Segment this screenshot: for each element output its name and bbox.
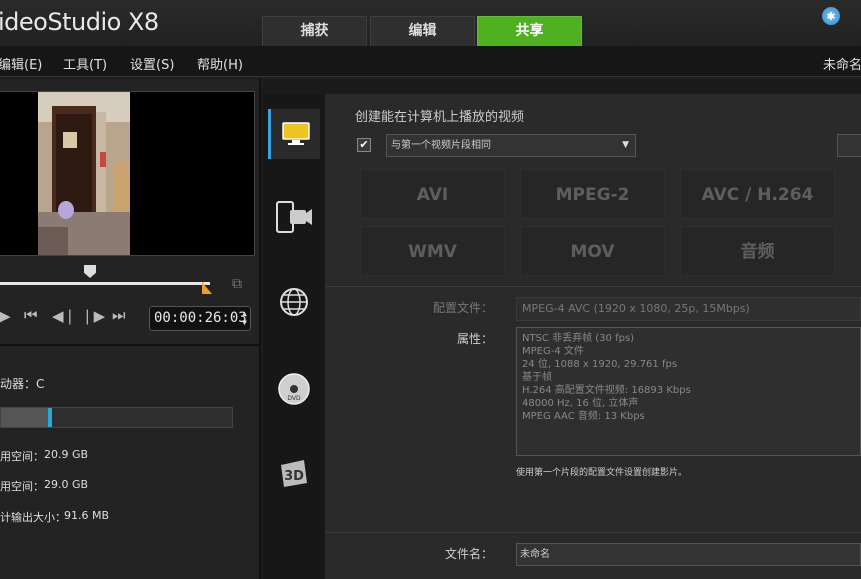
drive-label: 动器：C — [0, 377, 45, 391]
stat-value: 29.0 GB — [44, 478, 89, 491]
format-mpeg2-button[interactable]: MPEG-2 — [520, 169, 665, 219]
svg-text:3D: 3D — [284, 469, 304, 484]
tab-capture[interactable]: 捕获 — [262, 16, 367, 46]
menu-help[interactable]: 帮助(H) — [197, 54, 243, 73]
share-header-strip — [263, 79, 861, 94]
stat-value: 20.9 GB — [44, 448, 89, 461]
menu-bar: 编辑(E) 工具(T) 设置(S) 帮助(H) 未命名 — [0, 46, 861, 77]
scrubber-handle[interactable] — [84, 265, 96, 278]
play-icon[interactable]: ▶ — [0, 307, 11, 325]
dvd-disc-icon: DVD — [278, 373, 310, 405]
share-device-button[interactable] — [268, 192, 320, 242]
share-3d-button[interactable]: 3D — [268, 448, 320, 498]
3d-icon: 3D — [281, 460, 307, 487]
share-heading: 创建能在计算机上播放的视频 — [355, 110, 525, 125]
web-globe-icon — [280, 288, 308, 316]
property-line: MPEG AAC 音频: 13 Kbps — [522, 411, 645, 422]
share-disc-button[interactable]: DVD — [268, 364, 320, 414]
timecode-value: 00:00:26:03 — [154, 310, 247, 326]
share-options-panel: 创建能在计算机上播放的视频 ✔ 与第一个视频片段相同 ▼ AVI MPEG-2 … — [325, 94, 861, 579]
app-title: ideoStudio X8 — [0, 8, 159, 36]
share-category-sidebar: DVD 3D — [263, 94, 325, 579]
menu-edit[interactable]: 编辑(E) — [0, 54, 42, 73]
previous-frame-icon[interactable]: ◀❘ — [52, 307, 76, 325]
disk-usage-bar — [0, 407, 233, 428]
chevron-down-icon: ▼ — [622, 140, 629, 150]
next-frame-icon[interactable]: ❘▶ — [81, 307, 105, 325]
filename-input[interactable]: 未命名 — [516, 543, 861, 566]
profile-field[interactable]: MPEG-4 AVC (1920 x 1080, 25p, 15Mbps) — [516, 297, 861, 321]
scrubber-track[interactable] — [0, 282, 210, 285]
property-line: 48000 Hz, 16 位, 立体声 — [522, 398, 639, 409]
timecode-stepper-icon[interactable]: ▲ ▼ — [242, 309, 247, 327]
title-bar: ideoStudio X8 捕获 编辑 共享 ✱ — [0, 0, 861, 46]
disk-output-marker — [48, 408, 52, 427]
options-button[interactable] — [837, 134, 861, 157]
tab-share[interactable]: 共享 — [477, 16, 582, 46]
project-name: 未命名 — [823, 58, 861, 73]
same-as-first-checkbox[interactable]: ✔ — [357, 138, 371, 152]
section-divider — [325, 532, 861, 533]
property-line: H.264 高配置文件视频: 16893 Kbps — [522, 385, 691, 396]
go-to-start-icon[interactable]: ⏮ — [24, 307, 38, 324]
tab-edit[interactable]: 编辑 — [370, 16, 475, 46]
mobile-device-icon — [276, 201, 312, 233]
profile-label: 配置文件： — [432, 301, 493, 315]
property-line: 24 位, 1088 x 1920, 29.761 fps — [522, 359, 678, 370]
properties-box: NTSC 非丢弃帧 (30 fps) MPEG-4 文件 24 位, 1088 … — [516, 327, 861, 456]
copy-clip-icon[interactable]: ⧉ — [232, 275, 250, 293]
panel-divider — [0, 344, 261, 346]
properties-label: 属性： — [456, 332, 493, 346]
disk-stat-required: 用空间： 29.0 GB — [0, 478, 88, 494]
stat-label: 计输出大小： — [0, 511, 66, 524]
disk-usage-fill — [1, 408, 52, 427]
stat-label: 用空间： — [0, 450, 44, 463]
filename-label: 文件名： — [444, 547, 493, 561]
preview-window — [0, 91, 255, 256]
dropdown-value: 与第一个视频片段相同 — [391, 140, 491, 151]
player-panel: ⧉ ▶ ⏮ ◀❘ ❘▶ ⏭ 00:00:26:03 ▲ ▼ 动器：C 用空间： 2… — [0, 79, 261, 579]
property-line: NTSC 非丢弃帧 (30 fps) — [522, 333, 635, 344]
video-settings-dropdown[interactable]: 与第一个视频片段相同 ▼ — [386, 134, 636, 157]
property-line: MPEG-4 文件 — [522, 346, 584, 357]
format-avc-button[interactable]: AVC / H.264 — [680, 169, 835, 219]
disk-stat-free: 用空间： 20.9 GB — [0, 448, 88, 464]
section-divider — [325, 286, 861, 287]
go-to-end-icon[interactable]: ⏭ — [112, 307, 126, 324]
monitor-icon — [281, 122, 310, 145]
svg-text:DVD: DVD — [287, 395, 301, 402]
settings-gear-icon[interactable]: ✱ — [822, 7, 840, 25]
stat-value: 91.6 MB — [64, 509, 110, 522]
format-mov-button[interactable]: MOV — [520, 226, 665, 276]
video-frame — [38, 92, 130, 255]
timecode-field[interactable]: 00:00:26:03 ▲ ▼ — [149, 306, 251, 331]
format-audio-button[interactable]: 音频 — [680, 226, 835, 276]
share-web-button[interactable] — [268, 277, 320, 327]
property-line: 基于帧 — [522, 372, 552, 383]
stat-label: 用空间： — [0, 480, 44, 493]
disk-stat-output-size: 计输出大小： 91.6 MB — [0, 509, 109, 525]
menu-tools[interactable]: 工具(T) — [63, 54, 107, 73]
format-avi-button[interactable]: AVI — [360, 169, 505, 219]
format-wmv-button[interactable]: WMV — [360, 226, 505, 276]
menu-settings[interactable]: 设置(S) — [130, 54, 174, 73]
settings-note: 使用第一个片段的配置文件设置创建影片。 — [516, 468, 688, 478]
share-computer-button[interactable] — [268, 109, 320, 159]
